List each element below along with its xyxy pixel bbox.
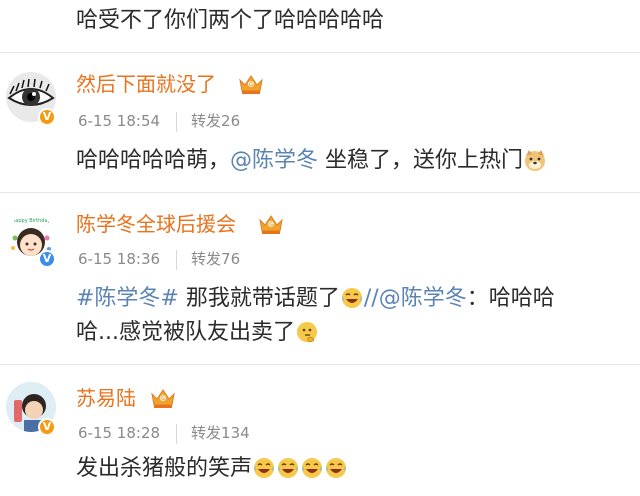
comment-item: V 苏易陆 G 6-15 18:28 转发134 发出杀猪般的笑声 <box>0 364 640 496</box>
comment-meta: 6-15 18:36 转发76 <box>78 248 240 270</box>
timestamp: 6-15 18:54 <box>78 112 161 130</box>
doge-emoji-icon <box>525 150 546 171</box>
comment-text: 哈哈哈哈哈萌，@陈学冬 坐稳了，送你上热门 <box>76 144 547 178</box>
avatar-caption: Happy Birthday <box>12 218 51 224</box>
mention-link[interactable]: @陈学冬 <box>379 286 467 311</box>
timestamp: 6-15 18:36 <box>78 250 161 268</box>
username[interactable]: 然后下面就没了 <box>76 70 216 98</box>
username[interactable]: 陈学冬全球后援会 <box>76 210 236 238</box>
comment-item: Happy Birthday V 陈学冬全球后援会 G 6-15 18:36 转发… <box>0 192 640 364</box>
laugh-tears-emoji-icon <box>278 458 299 478</box>
comment-item: V 然后下面就没了 G 6-15 18:54 转发26 哈哈哈哈哈萌，@陈学冬 坐… <box>0 52 640 192</box>
comment-text-part: 哈哈哈哈哈萌， <box>76 148 231 173</box>
comment-text: 发出杀猪般的笑声 <box>76 452 348 486</box>
thinking-emoji-icon <box>296 322 317 343</box>
verified-v-icon: V <box>38 108 56 126</box>
vip-crown-icon: G <box>239 75 263 94</box>
vip-crown-icon: G <box>151 389 175 408</box>
repost-separator: // <box>363 286 379 311</box>
comment-text-part: 那我就带话题了 <box>178 286 340 311</box>
vip-crown-icon: G <box>259 215 283 234</box>
username[interactable]: 苏易陆 <box>76 384 136 412</box>
svg-text:G: G <box>161 396 165 402</box>
repost-count[interactable]: 转发76 <box>191 248 240 270</box>
laugh-tears-emoji-icon <box>254 458 275 478</box>
comment-text-part: ：哈哈哈 <box>466 286 555 311</box>
divider <box>176 111 178 132</box>
verified-v-icon: V <box>38 250 56 268</box>
comment-meta: 6-15 18:54 转发26 <box>78 110 240 132</box>
mention-link[interactable]: @陈学冬 <box>230 148 318 173</box>
laugh-tears-emoji-icon <box>326 458 347 478</box>
svg-text:G: G <box>269 222 273 228</box>
laugh-tears-emoji-icon <box>302 458 323 478</box>
laugh-tears-emoji-icon <box>341 288 362 308</box>
comment-text-part: 坐稳了，送你上热门 <box>318 148 524 173</box>
comment-text-part: 发出杀猪般的笑声 <box>76 456 253 481</box>
divider <box>176 423 178 444</box>
comment-meta: 6-15 18:28 转发134 <box>78 422 250 444</box>
repost-count[interactable]: 转发134 <box>191 422 250 444</box>
timestamp: 6-15 18:28 <box>78 424 161 442</box>
previous-comment-text: 哈受不了你们两个了哈哈哈哈哈 <box>76 8 385 33</box>
comment-text-part: 哈...感觉被队友出卖了 <box>76 320 295 345</box>
comment-feed: 哈受不了你们两个了哈哈哈哈哈 V 然后下面就没了 G 6-15 18:54 转发2… <box>0 0 640 496</box>
svg-text:G: G <box>249 82 253 88</box>
comment-text: #陈学冬# 那我就带话题了 //@陈学冬：哈哈哈 哈...感觉被队友出卖了 <box>76 282 555 350</box>
divider <box>176 249 178 270</box>
verified-v-icon: V <box>38 418 56 436</box>
repost-count[interactable]: 转发26 <box>191 110 240 132</box>
hashtag-link[interactable]: #陈学冬# <box>76 286 179 311</box>
